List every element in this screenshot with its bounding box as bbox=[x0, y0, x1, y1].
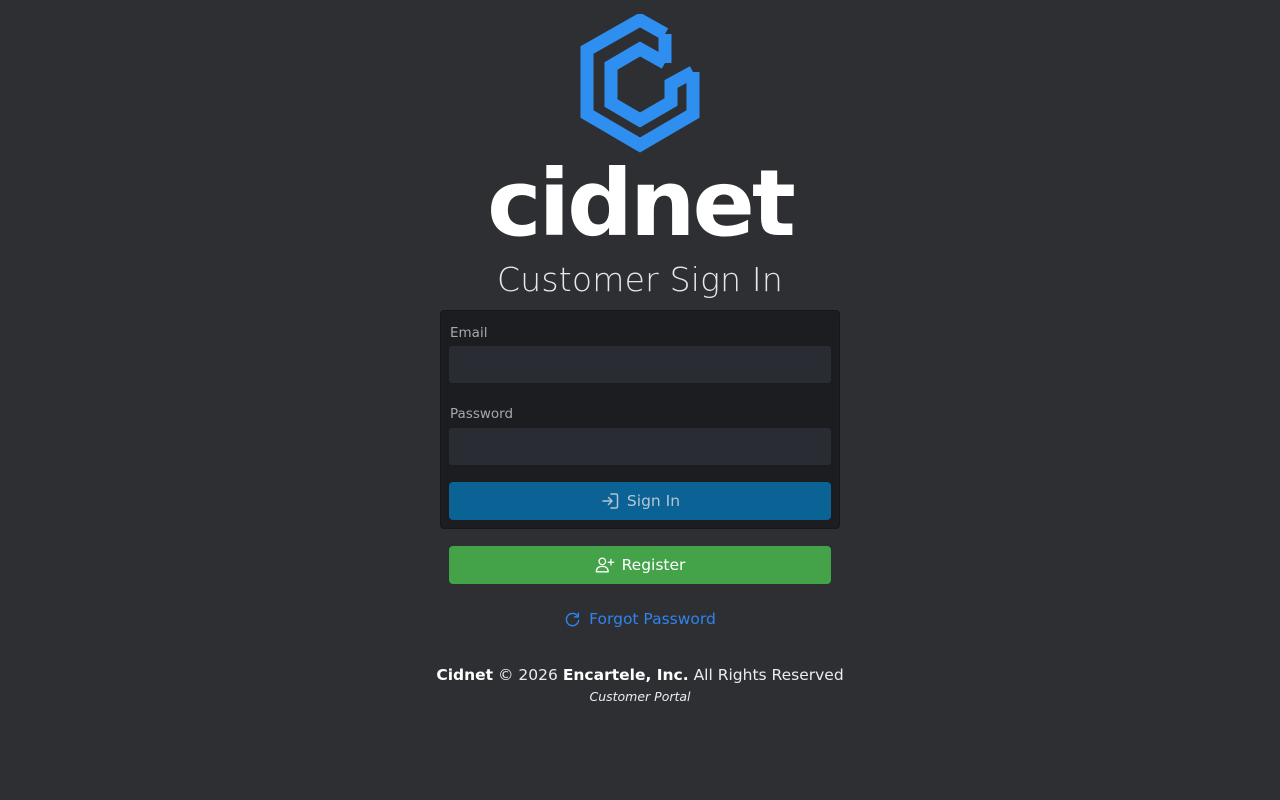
signin-button-label: Sign In bbox=[626, 492, 681, 510]
forgot-password-label: Forgot Password bbox=[589, 610, 716, 628]
signin-button[interactable]: Sign In bbox=[449, 482, 831, 520]
email-label: Email bbox=[450, 325, 488, 341]
sign-in-icon bbox=[600, 491, 620, 511]
refresh-icon bbox=[564, 611, 581, 628]
forgot-password-link[interactable]: Forgot Password bbox=[0, 607, 1280, 631]
login-page: cidnet Customer Sign In Email Password S… bbox=[0, 0, 1280, 800]
password-field[interactable] bbox=[449, 428, 831, 465]
footer-subtitle: Customer Portal bbox=[589, 689, 691, 704]
footer-rights: All Rights Reserved bbox=[693, 666, 844, 684]
signin-card: Email Password Sign In bbox=[440, 310, 840, 529]
user-plus-icon bbox=[595, 555, 615, 575]
email-field[interactable] bbox=[449, 346, 831, 383]
footer-copyright-year: © 2026 bbox=[498, 666, 558, 684]
cidnet-wordmark: cidnet bbox=[487, 150, 796, 257]
footer-company: Encartele, Inc. bbox=[562, 666, 689, 684]
register-button[interactable]: Register bbox=[449, 546, 831, 584]
cidnet-logo-icon bbox=[580, 14, 700, 153]
page-title: Customer Sign In bbox=[497, 260, 783, 299]
footer-brand: Cidnet bbox=[436, 666, 494, 684]
footer-copyright: Cidnet © 2026 Encartele, Inc. All Rights… bbox=[0, 664, 1280, 686]
register-button-label: Register bbox=[621, 556, 686, 574]
password-label: Password bbox=[450, 406, 514, 422]
